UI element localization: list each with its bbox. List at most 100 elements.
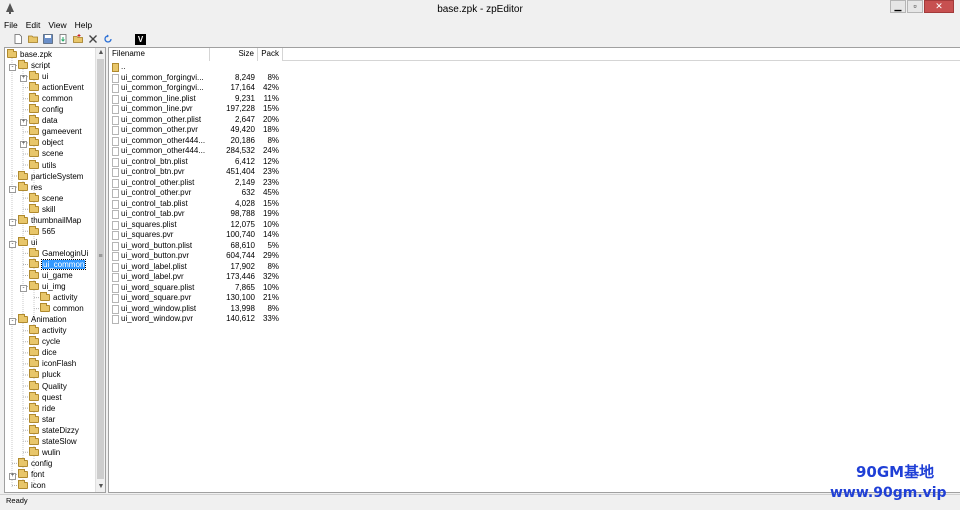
tree-node[interactable]: Quality	[29, 380, 67, 392]
tree-node[interactable]: dice	[29, 347, 57, 358]
tree-node[interactable]: gameevent	[29, 126, 82, 137]
tree-node[interactable]: utils	[29, 159, 56, 171]
new-file-button[interactable]	[12, 33, 24, 45]
file-row[interactable]: ui_word_button.plist 68,610 5%	[109, 241, 289, 251]
close-button[interactable]: ✕	[924, 0, 954, 13]
tree-node[interactable]: scene	[29, 192, 63, 204]
file-row[interactable]: ui_control_btn.pvr 451,404 23%	[109, 167, 289, 177]
app-icon	[6, 3, 14, 14]
tree-node[interactable]: ui_game	[29, 270, 73, 281]
file-row[interactable]: ui_control_btn.plist 6,412 12%	[109, 157, 289, 167]
tree-node[interactable]: icon	[18, 479, 46, 491]
folder-icon	[18, 60, 28, 70]
tree-node[interactable]: quest	[29, 391, 62, 403]
tree-node[interactable]: thumbnailMap	[18, 214, 81, 226]
scrollbar-thumb[interactable]	[97, 59, 104, 479]
tree-node[interactable]: config	[29, 104, 63, 115]
file-row[interactable]: ui_control_other.pvr 632 45%	[109, 188, 289, 198]
tree-node[interactable]: 565	[29, 225, 55, 237]
file-row[interactable]: ui_word_label.plist 17,902 8%	[109, 262, 289, 272]
column-filename[interactable]: Filename	[109, 48, 210, 61]
file-row[interactable]: ui_squares.pvr 100,740 14%	[109, 230, 289, 240]
tree-node[interactable]: skill	[29, 203, 55, 215]
tree-node[interactable]: GameloginUi	[29, 247, 88, 259]
file-row[interactable]: ui_control_tab.plist 4,028 15%	[109, 199, 289, 209]
tree-scrollbar[interactable]: ▲ ≡ ▼	[95, 48, 105, 492]
tree-node[interactable]: scene	[29, 148, 63, 159]
tree-node[interactable]: ui_common	[29, 258, 87, 270]
folder-icon	[29, 270, 39, 279]
tree-node[interactable]: star	[29, 413, 55, 425]
file-row[interactable]: ui_common_other444... 284,532 24%	[109, 146, 289, 156]
folder-icon	[29, 281, 39, 291]
tree-node[interactable]: ride	[29, 402, 55, 414]
tree-node[interactable]: common	[29, 93, 73, 104]
scroll-down-icon[interactable]: ▼	[96, 482, 105, 492]
file-row[interactable]: ui_word_window.pvr 140,612 33%	[109, 314, 289, 324]
save-button[interactable]	[42, 33, 54, 45]
tree-node[interactable]: script	[18, 60, 50, 71]
maximize-button[interactable]: ▫	[907, 0, 923, 13]
menu-edit[interactable]: Edit	[22, 19, 45, 31]
file-row[interactable]: ui_common_other444... 20,186 8%	[109, 136, 289, 146]
column-pack[interactable]: Pack	[258, 48, 283, 61]
file-row[interactable]: ui_common_line.plist 9,231 11%	[109, 94, 289, 104]
tree-node[interactable]: Animation	[18, 314, 67, 325]
column-size[interactable]: Size	[210, 48, 258, 61]
add-folder-button[interactable]	[72, 33, 84, 45]
refresh-button[interactable]	[102, 33, 114, 45]
menu-view[interactable]: View	[44, 19, 70, 31]
tree-node[interactable]: object	[29, 137, 63, 148]
file-row[interactable]: ui_common_forgingvi... 8,249 8%	[109, 73, 289, 83]
file-icon	[112, 136, 119, 146]
tree-node[interactable]: cycle	[29, 336, 60, 347]
file-row[interactable]: ui_word_window.plist 13,998 8%	[109, 304, 289, 314]
file-row[interactable]: ui_word_button.pvr 604,744 29%	[109, 251, 289, 261]
file-size: 173,446	[226, 272, 255, 281]
tree-node[interactable]: ui	[18, 236, 37, 248]
extract-button[interactable]	[57, 33, 69, 45]
file-row[interactable]: ui_control_tab.pvr 98,788 19%	[109, 209, 289, 219]
tree-node-label: base.zpk	[20, 50, 53, 59]
file-size: 140,612	[226, 314, 255, 323]
open-button[interactable]	[27, 33, 39, 45]
tree-node[interactable]: font	[18, 468, 44, 480]
tree-node[interactable]: wulin	[29, 446, 60, 458]
tree-node[interactable]: activity	[29, 325, 66, 336]
file-row[interactable]: ui_common_line.pvr 197,228 15%	[109, 104, 289, 114]
scroll-up-icon[interactable]: ▲	[96, 48, 105, 58]
file-row[interactable]: ui_common_other.plist 2,647 20%	[109, 115, 289, 125]
tree-node[interactable]: data	[29, 115, 58, 126]
v-button[interactable]: V	[135, 33, 146, 45]
file-row[interactable]: ui_squares.plist 12,075 10%	[109, 220, 289, 230]
tree-node[interactable]: iconFlash	[29, 358, 76, 369]
file-row[interactable]: ui_word_square.pvr 130,100 21%	[109, 293, 289, 303]
menu-file[interactable]: File	[0, 19, 22, 31]
tree-node[interactable]: activity	[40, 292, 77, 303]
tree-node[interactable]: res	[18, 181, 42, 193]
tree-node[interactable]: config	[18, 457, 52, 469]
tree-node[interactable]: stateSlow	[29, 435, 77, 447]
tree-node[interactable]: particleSystem	[18, 170, 83, 182]
minimize-button[interactable]: ▁	[890, 0, 906, 13]
file-row[interactable]: ui_control_other.plist 2,149 23%	[109, 178, 289, 188]
file-row[interactable]: ui_word_label.pvr 173,446 32%	[109, 272, 289, 282]
tree-node[interactable]: base.zpk	[7, 49, 52, 60]
tree-node[interactable]: pluck	[29, 369, 61, 380]
tree-node[interactable]: ui	[29, 71, 48, 82]
tree-node[interactable]: actionEvent	[29, 82, 84, 93]
file-row[interactable]: ui_common_forgingvi... 17,164 42%	[109, 83, 289, 93]
file-row[interactable]: ui_common_other.pvr 49,420 18%	[109, 125, 289, 135]
tree-node[interactable]: ui_img	[29, 281, 66, 292]
file-list[interactable]: Filename Size Pack .. ui_common_forgingvi…	[108, 47, 960, 493]
tree-node[interactable]: common	[40, 303, 84, 314]
delete-button[interactable]	[87, 33, 99, 45]
file-size: 197,228	[226, 104, 255, 113]
tree-node[interactable]: stateDizzy	[29, 424, 79, 436]
menu-help[interactable]: Help	[71, 19, 96, 31]
file-row[interactable]: ui_word_square.plist 7,865 10%	[109, 283, 289, 293]
folder-icon	[29, 391, 39, 401]
parent-folder-icon	[112, 63, 119, 72]
parent-folder-row[interactable]: ..	[109, 62, 289, 72]
folder-tree[interactable]: base.zpk script - ui + actionEvent common confi…	[4, 47, 106, 493]
